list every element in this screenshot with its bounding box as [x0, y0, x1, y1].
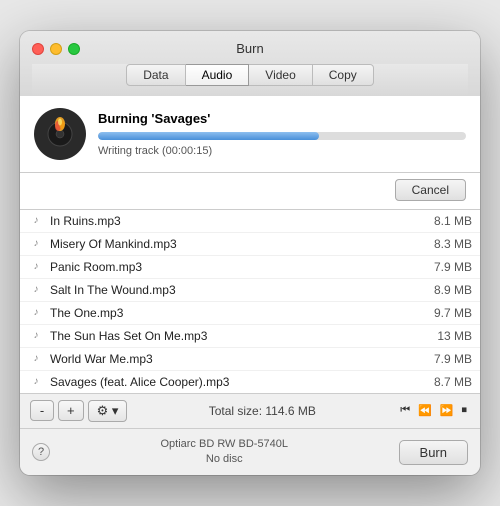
file-size: 8.9 MB: [422, 283, 472, 297]
tab-copy[interactable]: Copy: [313, 64, 374, 86]
title-bar: Burn Data Audio Video Copy: [20, 31, 480, 96]
file-name: The One.mp3: [50, 306, 414, 320]
disc-info: Optiarc BD RW BD-5740L No disc: [50, 437, 399, 468]
file-size: 7.9 MB: [422, 260, 472, 274]
prev-button[interactable]: ⏪: [415, 403, 435, 418]
disc-drive-label: Optiarc BD RW BD-5740L: [50, 437, 399, 452]
file-row: ♪ The Sun Has Set On Me.mp3 13 MB: [20, 325, 480, 348]
file-row: ♪ In Ruins.mp3 8.1 MB: [20, 210, 480, 233]
add-button[interactable]: +: [58, 400, 84, 421]
file-name: Panic Room.mp3: [50, 260, 414, 274]
progress-bar-track: [98, 132, 466, 140]
file-row: ♪ Misery Of Mankind.mp3 8.3 MB: [20, 233, 480, 256]
file-size: 8.1 MB: [422, 214, 472, 228]
disc-icon: [34, 108, 86, 160]
file-icon: ♪: [28, 259, 44, 275]
file-name: World War Me.mp3: [50, 352, 414, 366]
file-size: 9.7 MB: [422, 306, 472, 320]
burn-status: Writing track (00:00:15): [98, 145, 466, 157]
file-row: ♪ Salt In The Wound.mp3 8.9 MB: [20, 279, 480, 302]
total-size-label: Total size: 114.6 MB: [131, 404, 393, 418]
file-size: 7.9 MB: [422, 352, 472, 366]
burn-button[interactable]: Burn: [399, 440, 468, 465]
file-name: Misery Of Mankind.mp3: [50, 237, 414, 251]
file-icon: ♪: [28, 351, 44, 367]
bottom-toolbar: - + ⚙ ▾ Total size: 114.6 MB ⏮ ⏪ ⏩ ⏹: [20, 394, 480, 429]
file-name: Savages (feat. Alice Cooper).mp3: [50, 375, 414, 389]
tab-bar: Data Audio Video Copy: [32, 64, 468, 96]
file-row: ♪ Panic Room.mp3 7.9 MB: [20, 256, 480, 279]
file-name: In Ruins.mp3: [50, 214, 414, 228]
burn-title: Burning 'Savages': [98, 111, 466, 126]
file-icon: ♪: [28, 282, 44, 298]
burn-progress-area: Burning 'Savages' Writing track (00:00:1…: [20, 96, 480, 173]
progress-bar-fill: [98, 132, 319, 140]
next-button[interactable]: ⏩: [437, 403, 457, 418]
remove-button[interactable]: -: [30, 400, 54, 421]
close-button[interactable]: [32, 43, 44, 55]
file-icon: ♪: [28, 328, 44, 344]
file-size: 8.7 MB: [422, 375, 472, 389]
minimize-button[interactable]: [50, 43, 62, 55]
file-icon: ♪: [28, 213, 44, 229]
traffic-lights: [32, 43, 80, 55]
tab-video[interactable]: Video: [249, 64, 312, 86]
footer: ? Optiarc BD RW BD-5740L No disc Burn: [20, 429, 480, 476]
file-name: The Sun Has Set On Me.mp3: [50, 329, 414, 343]
file-list: ♪ In Ruins.mp3 8.1 MB ♪ Misery Of Mankin…: [20, 210, 480, 394]
tab-audio[interactable]: Audio: [186, 64, 250, 86]
window-title: Burn: [32, 41, 468, 64]
help-button[interactable]: ?: [32, 443, 50, 461]
cancel-button[interactable]: Cancel: [395, 179, 466, 201]
disc-status-label: No disc: [50, 452, 399, 467]
file-name: Salt In The Wound.mp3: [50, 283, 414, 297]
file-icon: ♪: [28, 236, 44, 252]
file-icon: ♪: [28, 305, 44, 321]
tab-data[interactable]: Data: [126, 64, 185, 86]
settings-button[interactable]: ⚙ ▾: [88, 400, 128, 422]
file-size: 8.3 MB: [422, 237, 472, 251]
progress-content: Burning 'Savages' Writing track (00:00:1…: [98, 111, 466, 157]
file-row: ♪ Savages (feat. Alice Cooper).mp3 8.7 M…: [20, 371, 480, 393]
playback-controls: ⏮ ⏪ ⏩ ⏹: [397, 403, 470, 418]
cancel-row: Cancel: [20, 173, 480, 210]
file-row: ♪ World War Me.mp3 7.9 MB: [20, 348, 480, 371]
burn-window: Burn Data Audio Video Copy Burning ': [20, 31, 480, 476]
stop-button[interactable]: ⏹: [459, 403, 471, 418]
rewind-button[interactable]: ⏮: [397, 403, 413, 418]
file-size: 13 MB: [422, 329, 472, 343]
maximize-button[interactable]: [68, 43, 80, 55]
file-icon: ♪: [28, 374, 44, 390]
file-row: ♪ The One.mp3 9.7 MB: [20, 302, 480, 325]
